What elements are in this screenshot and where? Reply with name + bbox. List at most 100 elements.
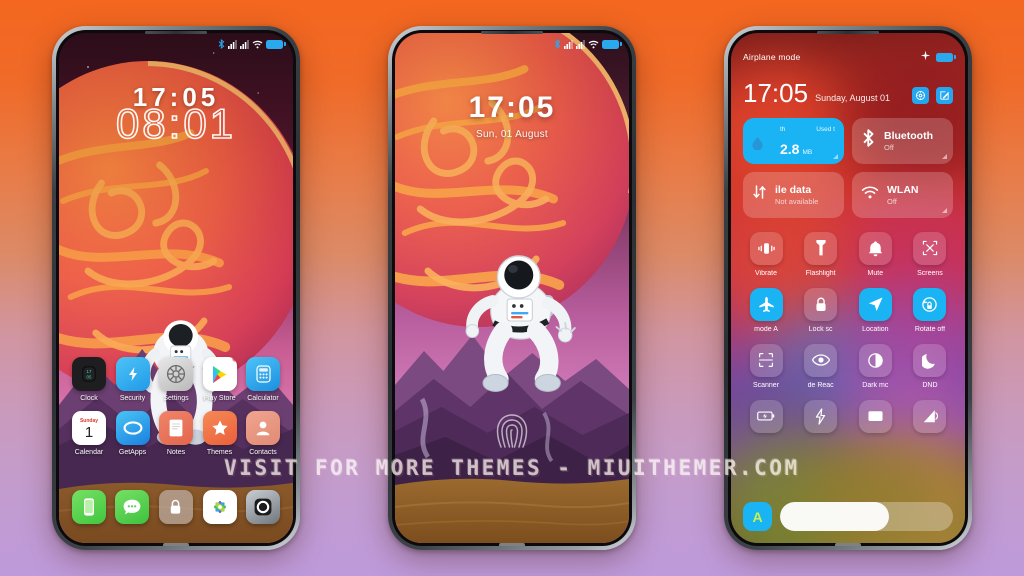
phone1-chin xyxy=(163,543,189,546)
toggle-mute[interactable]: Mute xyxy=(852,231,898,277)
wlan-tile[interactable]: WLAN Off xyxy=(852,171,953,218)
fingerprint-icon[interactable] xyxy=(495,411,529,451)
rotate-icon[interactable] xyxy=(913,287,947,321)
toggle-cellular[interactable] xyxy=(907,399,953,438)
toggle-lightning[interactable] xyxy=(798,399,844,438)
cellular-icon[interactable] xyxy=(913,399,947,433)
header-buttons xyxy=(912,86,953,106)
toggle-battery-saver[interactable] xyxy=(743,399,789,438)
moon-icon[interactable] xyxy=(913,343,947,377)
toggle-dark-mode[interactable]: Dark mc xyxy=(852,343,898,389)
toggle-dnd[interactable]: DND xyxy=(907,343,953,389)
airplane-icon[interactable] xyxy=(749,287,783,321)
battery-icon xyxy=(602,39,622,49)
airplane-icon xyxy=(920,48,931,66)
contacts-app-icon[interactable] xyxy=(246,411,280,445)
security-app-icon[interactable] xyxy=(115,357,150,391)
toggle-cast[interactable] xyxy=(852,399,898,438)
mobile-data-tile-title: ile data xyxy=(775,183,812,196)
gear-icon[interactable] xyxy=(912,86,929,104)
tile-expand-corner[interactable] xyxy=(942,153,947,159)
data-usage-tile[interactable]: th Used t 2.8 MB xyxy=(743,117,844,164)
getapps-app-icon[interactable] xyxy=(115,411,150,445)
app-calendar[interactable]: Sunday 1 Calendar xyxy=(68,411,110,456)
app-clock[interactable]: 17 05 Clock xyxy=(68,357,110,402)
location-icon[interactable] xyxy=(858,287,892,321)
lightning-icon[interactable] xyxy=(804,399,838,433)
toggle-label: Screens xyxy=(917,269,943,277)
auto-brightness-button[interactable]: A xyxy=(743,502,772,531)
big-tiles-row-2: ile data Not available WLAN Off xyxy=(743,171,953,218)
app-label: GetApps xyxy=(118,449,147,456)
brightness-control: A xyxy=(743,502,953,531)
vibrate-icon[interactable] xyxy=(749,231,783,265)
reading-mode-icon[interactable] xyxy=(804,343,838,377)
toggle-flashlight[interactable]: Flashlight xyxy=(798,231,844,277)
app-calculator[interactable]: Calculator xyxy=(242,357,284,402)
bluetooth-tile-title: Bluetooth xyxy=(884,129,933,142)
screenshot-icon[interactable] xyxy=(913,231,947,265)
settings-app-icon[interactable] xyxy=(159,357,193,391)
toggle-screenshot[interactable]: Screens xyxy=(907,231,953,277)
cast-icon[interactable] xyxy=(858,399,892,433)
toggle-label: DND xyxy=(922,381,938,389)
play-store-app-icon[interactable] xyxy=(202,357,237,391)
calculator-app-icon[interactable] xyxy=(246,357,280,391)
gallery-dock-icon[interactable] xyxy=(202,490,237,524)
messages-dock-icon[interactable] xyxy=(115,490,150,524)
toggle-location[interactable]: Location xyxy=(852,287,898,333)
bluetooth-tile[interactable]: Bluetooth Off xyxy=(852,117,953,164)
airplane-mode-status-text: Airplane mode xyxy=(743,52,801,62)
app-security[interactable]: Security xyxy=(112,357,154,402)
toggle-reading-mode[interactable]: de Reac xyxy=(798,343,844,389)
mobile-data-tile-text: ile data Not available xyxy=(775,184,818,206)
mobile-data-tile[interactable]: ile data Not available xyxy=(743,171,844,218)
app-getapps[interactable]: GetApps xyxy=(112,411,154,456)
toggle-airplane-mode[interactable]: mode A xyxy=(743,287,789,333)
control-center-panel: Airplane mode 17:05 Sunday, August 01 th… xyxy=(731,33,965,543)
control-center-status-bar: Airplane mode xyxy=(743,47,956,67)
app-settings[interactable]: Settings xyxy=(155,357,197,402)
notes-app-icon[interactable] xyxy=(159,411,193,445)
phone-dock-icon[interactable] xyxy=(71,490,106,524)
signal-icon xyxy=(576,39,585,49)
scanner-icon[interactable] xyxy=(749,343,783,377)
app-row-2: Sunday 1 Calendar GetApps Notes Themes C… xyxy=(68,411,284,456)
camera-dock-icon[interactable] xyxy=(246,490,281,524)
app-contacts[interactable]: Contacts xyxy=(242,411,284,456)
phone1-bezel: 17:05 08:01 1705 Clock xyxy=(56,30,296,546)
toggle-rotate[interactable]: Rotate off xyxy=(907,287,953,333)
app-play-store[interactable]: Play Store xyxy=(199,357,241,402)
toggle-label: Location xyxy=(862,325,889,333)
data-usage-used-label: Used t xyxy=(816,125,835,133)
app-themes[interactable]: Themes xyxy=(199,411,241,456)
clock-app-icon[interactable]: 17 05 xyxy=(72,357,106,391)
phone-control-center: Airplane mode 17:05 Sunday, August 01 th… xyxy=(724,26,972,550)
bell-icon[interactable] xyxy=(858,231,892,265)
app-label: Security xyxy=(119,395,146,402)
tile-expand-corner[interactable] xyxy=(942,207,947,213)
app-notes[interactable]: Notes xyxy=(155,411,197,456)
phone1-status-bar xyxy=(59,33,293,55)
lock-dock-icon[interactable] xyxy=(158,490,193,524)
phone1-screen: 17:05 08:01 1705 Clock xyxy=(59,33,293,543)
themes-app-icon[interactable] xyxy=(202,411,237,445)
calendar-app-icon[interactable]: Sunday 1 xyxy=(72,411,106,445)
toggle-vibrate[interactable]: Vibrate xyxy=(743,231,789,277)
data-usage-month-label: th xyxy=(780,125,786,133)
dark-mode-icon[interactable] xyxy=(858,343,892,377)
toggle-lock-screen[interactable]: Lock sc xyxy=(798,287,844,333)
toggle-scanner[interactable]: Scanner xyxy=(743,343,789,389)
edit-icon[interactable] xyxy=(936,86,953,104)
brightness-slider[interactable] xyxy=(780,502,953,531)
mobile-data-tile-sub: Not available xyxy=(775,196,819,206)
data-usage-value: 2.8 xyxy=(780,140,800,157)
flashlight-icon[interactable] xyxy=(804,231,838,265)
wifi-icon xyxy=(861,185,879,205)
toggle-label: de Reac xyxy=(807,381,834,389)
brightness-slider-fill xyxy=(780,502,889,531)
tile-expand-corner[interactable] xyxy=(833,153,838,159)
lock-icon[interactable] xyxy=(804,287,838,321)
notification-badge xyxy=(231,357,237,362)
battery-saver-icon[interactable] xyxy=(749,399,783,433)
